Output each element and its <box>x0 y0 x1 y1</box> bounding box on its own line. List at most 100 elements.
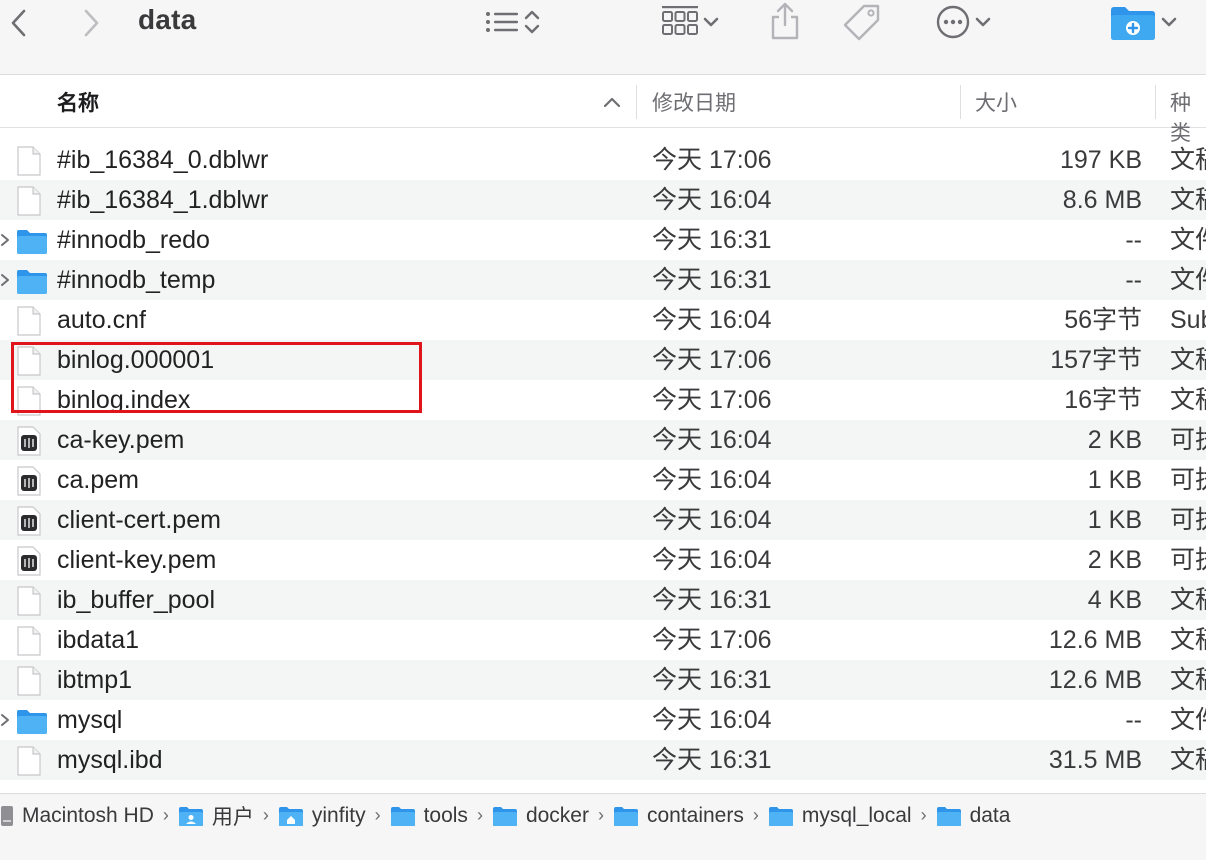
file-row[interactable]: ca-key.pem 今天 16:04 2 KB 可执行 <box>0 420 1206 460</box>
file-size: 31.5 MB <box>1048 746 1142 774</box>
terminal-icon <box>16 506 42 541</box>
folder-icon <box>16 707 48 740</box>
chevron-down-icon <box>975 17 991 27</box>
disclosure-triangle-icon[interactable] <box>0 272 10 293</box>
path-separator-icon: › <box>374 805 381 825</box>
file-size: 197 KB <box>1059 146 1142 174</box>
path-crumb[interactable]: mysql_local <box>768 804 912 828</box>
file-name: ib_buffer_pool <box>57 586 216 614</box>
path-crumb[interactable]: containers <box>613 804 744 828</box>
file-date: 今天 16:31 <box>652 586 772 614</box>
path-separator-icon: › <box>262 805 269 825</box>
file-row[interactable]: client-key.pem 今天 16:04 2 KB 可执行 <box>0 540 1206 580</box>
file-date: 今天 16:04 <box>652 706 772 734</box>
file-row[interactable]: #innodb_temp 今天 16:31 -- 文件夹 <box>0 260 1206 300</box>
file-kind: 可执行 <box>1170 426 1206 454</box>
file-kind: 文稿 <box>1170 346 1206 374</box>
file-name: ca.pem <box>57 466 139 494</box>
more-actions-button[interactable] <box>928 2 1000 42</box>
file-size: 2 KB <box>1087 546 1142 574</box>
sort-ascending-icon[interactable] <box>602 95 622 109</box>
file-date: 今天 17:06 <box>652 146 772 174</box>
path-crumb[interactable]: Macintosh HD <box>0 804 154 828</box>
path-separator-icon: › <box>920 805 927 825</box>
document-icon <box>16 586 42 621</box>
disclosure-triangle-icon[interactable] <box>0 232 10 253</box>
file-size: 16字节 <box>1064 386 1142 414</box>
file-size: 157字节 <box>1050 346 1142 374</box>
file-name: #ib_16384_1.dblwr <box>57 186 269 214</box>
view-options-button[interactable] <box>474 4 550 40</box>
file-kind: 可执行 <box>1170 466 1206 494</box>
column-date[interactable]: 修改日期 <box>652 87 736 117</box>
path-crumb[interactable]: docker <box>492 804 589 828</box>
back-button[interactable] <box>4 6 34 40</box>
ellipsis-circle-icon <box>936 5 970 39</box>
column-divider[interactable] <box>960 85 961 119</box>
file-date: 今天 16:04 <box>652 466 772 494</box>
file-date: 今天 17:06 <box>652 386 772 414</box>
file-kind: 文件夹 <box>1170 266 1206 294</box>
document-icon <box>16 626 42 661</box>
chevron-right-icon <box>84 9 99 37</box>
path-separator-icon: › <box>752 805 759 825</box>
path-crumb[interactable]: 用户 <box>178 801 254 831</box>
file-row[interactable]: ib_buffer_pool 今天 16:31 4 KB 文稿 <box>0 580 1206 620</box>
file-row[interactable]: #ib_16384_0.dblwr 今天 17:06 197 KB 文稿 <box>0 140 1206 180</box>
new-folder-button[interactable] <box>1102 0 1186 44</box>
path-crumb[interactable]: yinfity <box>278 804 366 828</box>
tag-button[interactable] <box>840 0 884 44</box>
tag-icon <box>843 4 880 41</box>
file-name: #ib_16384_0.dblwr <box>57 146 269 174</box>
path-separator-icon: › <box>597 805 604 825</box>
path-crumb-label: docker <box>525 803 589 827</box>
path-crumb-label: containers <box>646 803 744 827</box>
file-date: 今天 17:06 <box>652 346 772 374</box>
file-row[interactable]: ca.pem 今天 16:04 1 KB 可执行 <box>0 460 1206 500</box>
file-kind: Sublime <box>1170 306 1206 334</box>
chevron-updown-icon <box>524 10 540 34</box>
folder-icon <box>936 805 970 827</box>
file-size: 1 KB <box>1087 506 1142 534</box>
file-kind: 文稿 <box>1170 626 1206 654</box>
file-kind: 文稿 <box>1170 146 1206 174</box>
file-name: ibdata1 <box>57 626 140 654</box>
file-date: 今天 16:31 <box>652 746 772 774</box>
file-row[interactable]: #ib_16384_1.dblwr 今天 16:04 8.6 MB 文稿 <box>0 180 1206 220</box>
file-date: 今天 16:04 <box>652 306 772 334</box>
file-kind: 可执行 <box>1170 546 1206 574</box>
file-row[interactable]: mysql 今天 16:04 -- 文件夹 <box>0 700 1206 740</box>
document-icon <box>16 186 42 221</box>
path-separator-icon: › <box>162 805 169 825</box>
file-kind: 文稿 <box>1170 586 1206 614</box>
file-row[interactable]: ibdata1 今天 17:06 12.6 MB 文稿 <box>0 620 1206 660</box>
column-size[interactable]: 大小 <box>975 87 1017 117</box>
file-size: -- <box>1125 226 1142 254</box>
group-button[interactable] <box>652 2 730 42</box>
file-date: 今天 16:04 <box>652 426 772 454</box>
file-name: #innodb_temp <box>57 266 216 294</box>
window-title: data <box>138 4 197 35</box>
document-icon <box>16 666 42 701</box>
file-name: client-cert.pem <box>57 506 221 534</box>
file-row[interactable]: client-cert.pem 今天 16:04 1 KB 可执行 <box>0 500 1206 540</box>
users-folder-icon <box>178 805 212 827</box>
column-name[interactable]: 名称 <box>57 87 99 117</box>
file-row[interactable]: mysql.ibd 今天 16:31 31.5 MB 文稿 <box>0 740 1206 780</box>
path-crumb-label: data <box>969 803 1011 827</box>
file-row[interactable]: #innodb_redo 今天 16:31 -- 文件夹 <box>0 220 1206 260</box>
file-row[interactable]: auto.cnf 今天 16:04 56字节 Sublime <box>0 300 1206 340</box>
file-row[interactable]: ibtmp1 今天 16:31 12.6 MB 文稿 <box>0 660 1206 700</box>
disclosure-triangle-icon[interactable] <box>0 712 10 733</box>
chevron-down-icon <box>1161 17 1177 27</box>
share-button[interactable] <box>766 0 804 42</box>
forward-button[interactable] <box>76 6 106 40</box>
file-size: 1 KB <box>1087 466 1142 494</box>
path-crumb[interactable]: tools <box>390 804 468 828</box>
path-crumb[interactable]: data <box>936 803 1011 828</box>
share-icon <box>771 2 799 40</box>
column-kind[interactable]: 种类 <box>1170 87 1206 147</box>
status-strip <box>0 837 1206 860</box>
column-divider[interactable] <box>636 85 637 119</box>
column-divider[interactable] <box>1155 85 1156 119</box>
